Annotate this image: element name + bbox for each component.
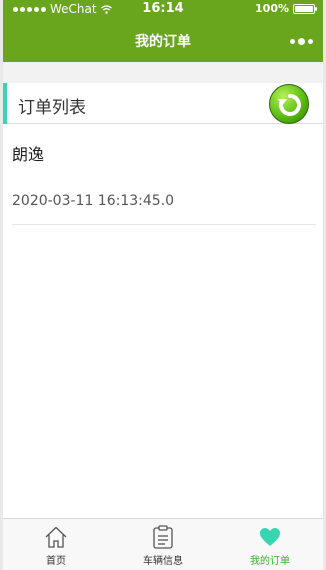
more-options-icon[interactable]	[290, 38, 313, 45]
tab-home[interactable]: 首页	[3, 519, 109, 570]
tab-home-label: 首页	[46, 556, 66, 567]
spacer	[3, 62, 323, 83]
navigation-bar: 我的订单	[3, 18, 323, 62]
tab-vehicle-info[interactable]: 车辆信息	[110, 519, 216, 570]
tab-my-orders[interactable]: 我的订单	[217, 519, 323, 570]
page-title: 我的订单	[135, 34, 191, 50]
clipboard-icon	[153, 525, 173, 549]
refresh-icon	[278, 94, 301, 116]
tab-my-orders-label: 我的订单	[250, 556, 290, 567]
order-time: 2020-03-11 16:13:45.0	[12, 193, 175, 209]
tab-vehicle-info-label: 车辆信息	[143, 556, 183, 567]
order-list-item[interactable]: 朗逸 2020-03-11 16:13:45.0	[12, 124, 316, 225]
home-icon	[45, 526, 67, 548]
status-bar: WeChat 16:14 100%	[3, 0, 323, 18]
accent-bar	[3, 83, 7, 124]
app-frame: WeChat 16:14 100% 我的订单 订单列表 朗逸 2020-03-1…	[3, 0, 323, 570]
battery-percent: 100%	[255, 2, 289, 15]
section-header: 订单列表	[3, 83, 323, 124]
heart-icon	[260, 528, 280, 546]
battery-icon	[293, 3, 317, 14]
battery-area: 100%	[255, 2, 317, 15]
section-title: 订单列表	[18, 98, 86, 118]
tab-bar: 首页 车辆信息 我的订单	[3, 518, 323, 570]
refresh-button[interactable]	[269, 84, 309, 124]
car-model: 朗逸	[12, 145, 45, 164]
